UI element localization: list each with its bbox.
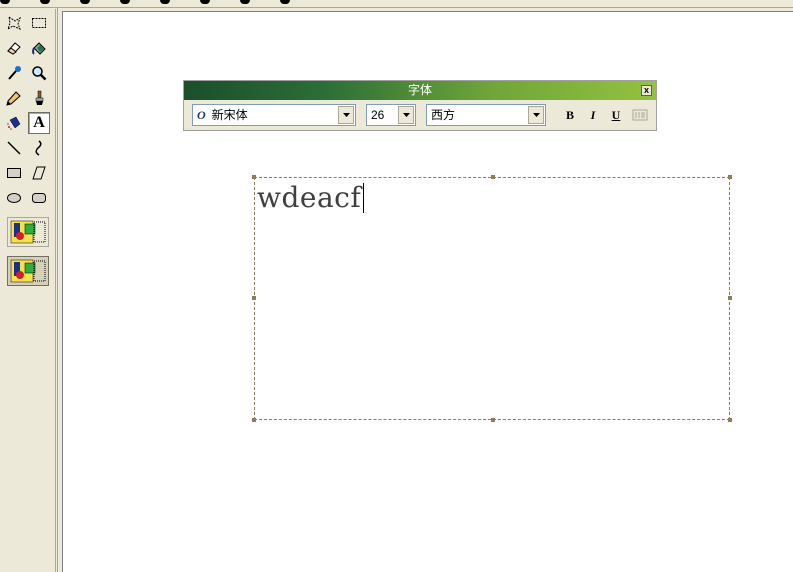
polygon-tool[interactable] (28, 162, 50, 184)
rect-select-tool[interactable] (28, 12, 50, 34)
line-tool[interactable] (3, 137, 25, 159)
vertical-text-icon (632, 109, 648, 121)
italic-button[interactable]: I (583, 105, 603, 125)
tool-box: A (0, 9, 56, 572)
resize-handle-w[interactable] (252, 296, 256, 300)
paint-window: A 字体 x O 新宋体 26 西方 B I U wdeacf (0, 0, 793, 572)
line-icon (7, 141, 21, 155)
font-size-value: 26 (371, 108, 385, 122)
fill-bucket-tool[interactable] (28, 37, 50, 59)
palette-edge-mark (160, 0, 170, 4)
chevron-down-icon (402, 113, 410, 117)
font-script-value: 西方 (431, 108, 456, 122)
font-size-dropdown-button[interactable] (398, 106, 414, 124)
text-caret (363, 183, 364, 213)
rect-select-icon (32, 18, 46, 28)
font-toolbar-body: O 新宋体 26 西方 B I U (189, 103, 651, 127)
text-tool[interactable]: A (28, 112, 50, 134)
pencil-icon (6, 91, 21, 106)
eraser-icon (7, 42, 21, 55)
pencil-tool[interactable] (3, 87, 25, 109)
chevron-down-icon (342, 113, 350, 117)
brush-tool[interactable] (28, 87, 50, 109)
font-toolbar-close-button[interactable]: x (641, 85, 652, 96)
free-form-select-icon (7, 15, 21, 31)
top-palette-strip (0, 0, 793, 8)
font-script-select[interactable]: 西方 (426, 104, 546, 126)
eraser-tool[interactable] (3, 37, 25, 59)
resize-handle-e[interactable] (728, 296, 732, 300)
airbrush-tool[interactable] (3, 112, 25, 134)
text-box-content: wdeacf (257, 181, 362, 214)
vertical-text-button[interactable] (630, 105, 650, 125)
airbrush-icon (7, 116, 21, 130)
underline-button[interactable]: U (606, 105, 626, 125)
rounded-rect-icon (32, 193, 46, 203)
opentype-font-icon: O (197, 108, 206, 122)
polygon-icon (32, 166, 46, 180)
palette-edge-mark (40, 0, 50, 4)
palette-edge-mark (200, 0, 210, 4)
font-toolbar: 字体 x O 新宋体 26 西方 B I U (183, 80, 657, 131)
font-script-dropdown-button[interactable] (528, 106, 544, 124)
palette-edge-mark (280, 0, 290, 4)
ellipse-icon (7, 193, 21, 203)
palette-edge-mark (0, 0, 10, 4)
opaque-mode-icon (10, 220, 46, 244)
font-name-select[interactable]: O 新宋体 (192, 104, 356, 126)
curve-tool[interactable] (28, 137, 50, 159)
close-icon: x (643, 85, 649, 95)
chevron-down-icon (532, 113, 540, 117)
opaque-background-option[interactable] (7, 217, 49, 247)
font-name-dropdown-button[interactable] (338, 106, 354, 124)
rounded-rect-tool[interactable] (28, 187, 50, 209)
font-toolbar-title-text: 字体 (407, 83, 432, 97)
color-picker-tool[interactable] (3, 62, 25, 84)
transparent-mode-icon (10, 259, 46, 283)
fill-bucket-icon (32, 42, 46, 55)
resize-handle-se[interactable] (728, 418, 732, 422)
palette-edge-mark (240, 0, 250, 4)
font-size-select[interactable]: 26 (366, 104, 416, 126)
free-form-select-tool[interactable] (3, 12, 25, 34)
text-entry-box[interactable]: wdeacf (252, 175, 732, 422)
brush-icon (35, 90, 44, 105)
magnifier-icon (32, 66, 47, 81)
font-toolbar-title[interactable]: 字体 (184, 81, 656, 100)
magnifier-tool[interactable] (28, 62, 50, 84)
resize-handle-nw[interactable] (252, 175, 256, 179)
font-name-value: 新宋体 (211, 108, 248, 122)
text-tool-icon: A (33, 114, 45, 131)
rectangle-icon (7, 168, 21, 178)
resize-handle-s[interactable] (491, 418, 495, 422)
curve-icon (35, 140, 42, 156)
resize-handle-n[interactable] (491, 175, 495, 179)
resize-handle-ne[interactable] (728, 175, 732, 179)
palette-edge-mark (80, 0, 90, 4)
palette-edge-mark (120, 0, 130, 4)
bold-button[interactable]: B (560, 105, 580, 125)
color-picker-icon (8, 66, 21, 80)
ellipse-tool[interactable] (3, 187, 25, 209)
transparent-background-option[interactable] (7, 256, 49, 286)
rectangle-tool[interactable] (3, 162, 25, 184)
resize-handle-sw[interactable] (252, 418, 256, 422)
